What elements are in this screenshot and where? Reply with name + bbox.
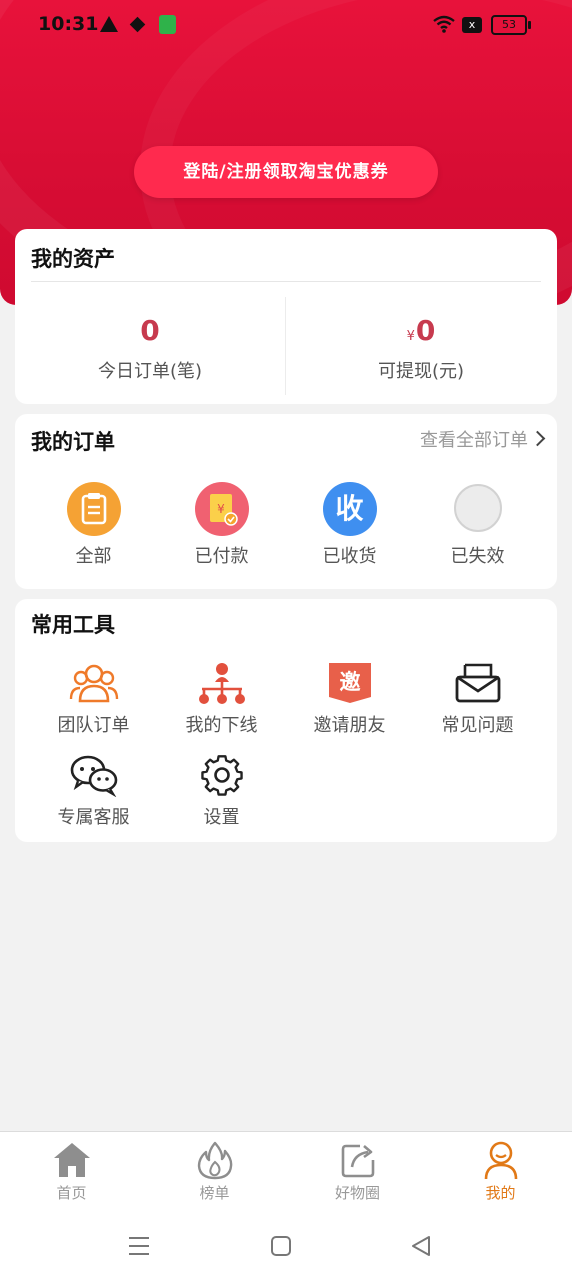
home-icon — [52, 1140, 92, 1180]
invite-icon: 邀 — [325, 661, 375, 705]
today-orders-label: 今日订单(笔) — [97, 361, 203, 382]
tool-invite-button[interactable]: 邀 邀请朋友 — [282, 661, 417, 737]
currency-symbol: ¥ — [406, 329, 415, 344]
nav-mine-label: 我的 — [485, 1184, 516, 1202]
back-icon[interactable] — [410, 1235, 432, 1257]
warning-icon — [100, 16, 118, 32]
divider — [31, 281, 541, 282]
tool-team-orders-label: 团队订单 — [57, 715, 130, 736]
withdrawable-value-wrap: ¥0 — [286, 313, 556, 349]
order-paid-button[interactable]: ¥ 已付款 — [154, 482, 289, 568]
assets-title: 我的资产 — [31, 247, 115, 271]
tool-customer-service-label: 专属客服 — [57, 807, 130, 828]
paid-icon: ¥ — [194, 482, 249, 536]
home-square-icon[interactable] — [270, 1235, 292, 1257]
order-invalid-label: 已失效 — [450, 546, 505, 567]
withdrawable-label: 可提现(元) — [377, 361, 465, 382]
order-paid-label: 已付款 — [194, 546, 249, 567]
orders-title: 我的订单 — [31, 430, 115, 454]
order-received-button[interactable]: 收 已收货 — [282, 482, 417, 568]
order-received-label: 已收货 — [322, 546, 377, 567]
menu-icon[interactable] — [128, 1235, 150, 1257]
tools-title: 常用工具 — [31, 613, 115, 637]
clipboard-icon — [66, 482, 121, 536]
tool-downline-button[interactable]: 我的下线 — [154, 661, 289, 737]
received-icon: 收 — [322, 482, 377, 536]
system-navigation-bar — [0, 1213, 572, 1280]
wechat-icon — [69, 753, 119, 798]
withdrawable-value: 0 — [415, 314, 436, 347]
today-orders-value: 0 — [140, 314, 160, 347]
user-icon — [481, 1140, 521, 1180]
sim-icon: x — [462, 17, 482, 33]
flame-icon — [195, 1140, 235, 1180]
nav-ranking[interactable]: 榜单 — [143, 1140, 286, 1203]
tool-settings-button[interactable]: 设置 — [154, 753, 289, 829]
withdrawable-stat[interactable]: ¥0 可提现(元) — [286, 313, 556, 383]
battery-icon: 53 — [491, 15, 531, 35]
tool-settings-label: 设置 — [203, 807, 240, 828]
tools-card: 常用工具 团队订单 我的下线 邀 邀请朋友 常见问题 专属客服 设置 — [15, 599, 557, 842]
orders-card: 我的订单 查看全部订单 全部 ¥ 已付款 收 已收货 已失效 — [15, 414, 557, 589]
bottom-navigation: 首页 榜单 好物圈 我的 — [0, 1131, 572, 1214]
chevron-right-icon — [529, 430, 546, 447]
invite-icon-glyph: 邀 — [339, 670, 360, 694]
tool-invite-label: 邀请朋友 — [313, 715, 386, 736]
assets-card: 我的资产 0 今日订单(笔) ¥0 可提现(元) — [15, 229, 557, 404]
view-all-label: 查看全部订单 — [420, 430, 528, 451]
tool-team-orders-button[interactable]: 团队订单 — [26, 661, 161, 737]
tool-downline-label: 我的下线 — [185, 715, 258, 736]
tool-faq-button[interactable]: 常见问题 — [410, 661, 545, 737]
share-icon — [338, 1140, 378, 1180]
team-icon — [69, 661, 119, 705]
order-all-label: 全部 — [75, 546, 112, 567]
invalid-icon — [453, 484, 502, 532]
status-time: 10:31 — [38, 13, 99, 35]
nav-home[interactable]: 首页 — [0, 1140, 143, 1203]
nav-home-label: 首页 — [56, 1184, 87, 1202]
nav-ranking-label: 榜单 — [199, 1184, 230, 1202]
today-orders-stat[interactable]: 0 今日订单(笔) — [15, 313, 285, 383]
app-notification-icon — [159, 15, 176, 34]
mail-icon — [453, 661, 503, 705]
nav-goods-circle-label: 好物圈 — [334, 1184, 380, 1202]
login-register-button[interactable]: 登陆/注册领取淘宝优惠券 — [134, 146, 438, 198]
svg-text:¥: ¥ — [217, 502, 225, 516]
order-all-button[interactable]: 全部 — [26, 482, 161, 568]
nav-goods-circle[interactable]: 好物圈 — [286, 1140, 429, 1203]
gear-icon — [197, 753, 247, 797]
status-bar: 10:31 x 53 — [0, 0, 572, 52]
wifi-icon — [433, 15, 455, 33]
view-all-orders-link[interactable]: 查看全部订单 — [420, 426, 546, 452]
nav-mine[interactable]: 我的 — [429, 1140, 572, 1203]
tool-faq-label: 常见问题 — [441, 715, 514, 736]
tool-customer-service-button[interactable]: 专属客服 — [26, 753, 161, 829]
order-invalid-button[interactable]: 已失效 — [410, 484, 545, 568]
notification-icon — [129, 16, 146, 33]
hierarchy-icon — [197, 661, 247, 705]
